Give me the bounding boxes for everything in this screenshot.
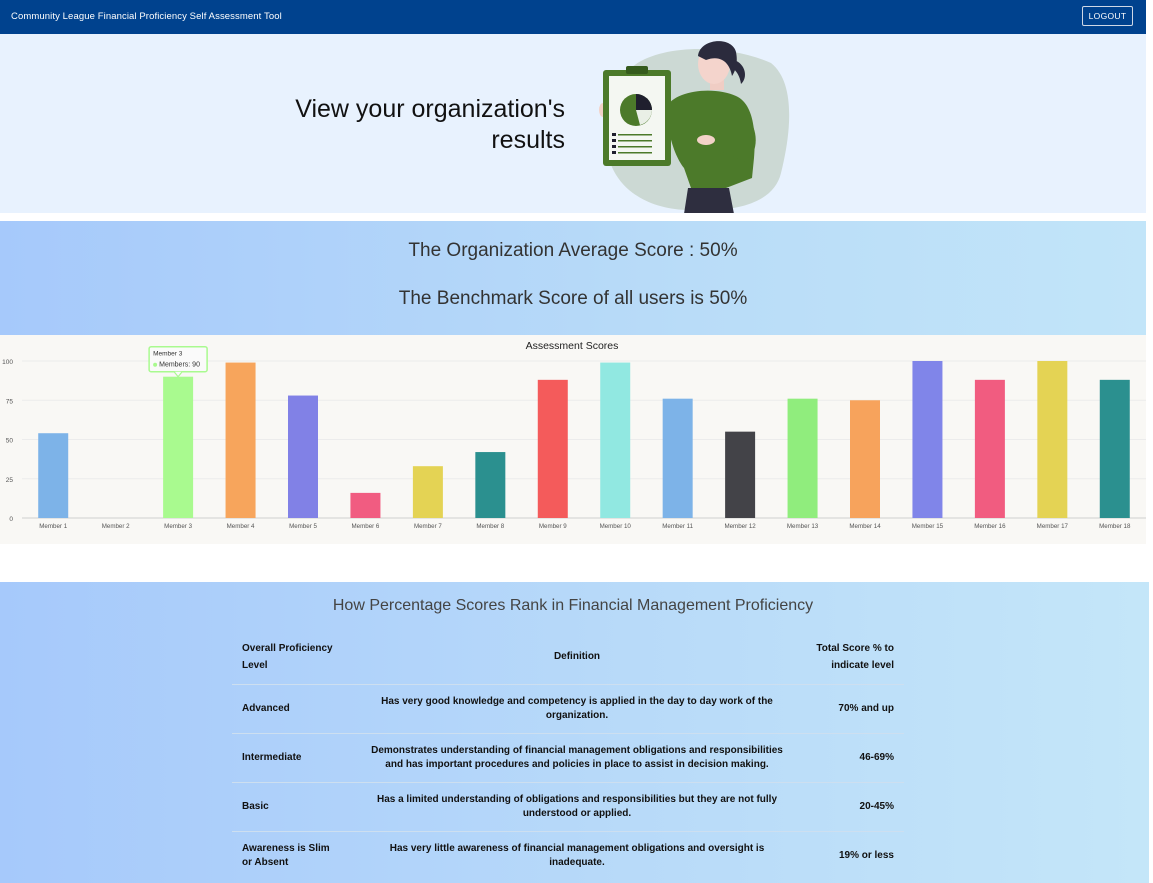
column-header-definition: Definition [553,651,601,662]
chart-bar[interactable] [1099,379,1130,518]
x-tick-label: Member 9 [539,523,567,530]
column-header-score: Total Score % to indicate level [816,642,894,671]
logout-button[interactable]: LOGOUT [1082,6,1133,26]
app-title: Community League Financial Proficiency S… [11,11,282,22]
chart-bar[interactable] [662,398,693,518]
score-summary: The Organization Average Score : 50% The… [0,221,1146,335]
x-tick-label: Member 8 [476,523,504,530]
chart-bar[interactable] [600,362,631,518]
chart-bar[interactable] [225,362,256,518]
table-row: Basic Has a limited understanding of obl… [232,782,904,832]
chart-bar[interactable] [288,395,318,518]
x-tick-label: Member 17 [1037,523,1069,530]
page-title-line-1: View your organization's [295,95,565,123]
x-tick-label: Member 10 [600,523,632,530]
proficiency-ranks-section: How Percentage Scores Rank in Financial … [0,582,1149,883]
score-cell: 19% or less [802,831,904,880]
chart-tooltip-pointer [173,371,183,378]
x-tick-label: Member 3 [164,523,192,530]
level-cell: Basic [232,782,352,832]
ranks-heading: How Percentage Scores Rank in Financial … [332,597,814,614]
chart-bar[interactable] [912,361,943,518]
y-tick-label: 50 [6,438,14,445]
x-tick-label: Member 4 [227,523,255,530]
score-cell: 20-45% [802,782,904,832]
app-bar: Community League Financial Proficiency S… [0,0,1146,34]
chart-tooltip-title: Member 3 [153,351,183,358]
table-row: Awareness is Slim or Absent Has very lit… [232,831,904,880]
chart-bar[interactable] [1037,361,1068,518]
chart-bar[interactable] [350,492,381,518]
assessment-scores-chart: Assessment Scores 0 25 50 75 100 Member 1 Memb… [0,335,1146,544]
benchmark-score: The Benchmark Score of all users is 50% [398,288,748,309]
x-tick-label: Member 11 [662,523,693,530]
chart-bar[interactable] [475,452,506,518]
chart-tooltip-value: Members: 90 [159,362,200,369]
x-tick-label: Member 15 [912,523,944,530]
table-row: Intermediate Demonstrates understanding … [232,733,904,783]
chart-tooltip-marker [153,362,158,367]
chart-bar[interactable] [974,379,1005,518]
level-cell: Intermediate [232,733,352,783]
y-tick-label: 25 [6,477,14,484]
table-header-row: Overall Proficiency Level Definition Tot… [232,629,904,685]
definition-cell: Demonstrates understanding of financial … [352,733,802,783]
page-title: View your organization's results [240,94,565,156]
x-tick-label: Member 13 [787,523,819,530]
x-tick-label: Member 14 [849,523,881,530]
x-tick-label: Member 16 [974,523,1006,530]
section-gap [0,544,1146,582]
y-tick-label: 100 [2,359,13,366]
chart-bar[interactable] [537,379,568,518]
chart-bar[interactable] [850,400,880,518]
score-cell: 70% and up [802,684,904,734]
woman-with-chart-illustration [599,41,790,213]
chart-title: Assessment Scores [526,340,619,352]
level-cell: Advanced [232,684,352,734]
chart-bar[interactable] [787,398,818,518]
x-tick-label: Member 2 [102,523,130,530]
x-tick-label: Member 5 [289,523,317,530]
chart-bar[interactable] [725,431,756,518]
column-header-level: Overall Proficiency Level [242,642,333,671]
x-tick-label: Member 18 [1099,523,1131,530]
hero-banner: View your organization's results [0,34,1146,213]
definition-cell: Has very little awareness of financial m… [352,831,802,880]
y-tick-label: 75 [6,398,14,405]
level-cell: Awareness is Slim or Absent [232,831,352,880]
x-tick-label: Member 6 [352,523,380,530]
definition-cell: Has very good knowledge and competency i… [352,684,802,734]
definition-cell: Has a limited understanding of obligatio… [352,782,802,832]
chart-bar[interactable] [38,433,69,518]
y-tick-label: 0 [9,516,13,523]
score-cell: 46-69% [802,733,904,783]
page-title-line-2: results [491,126,565,154]
chart-bar[interactable] [412,466,443,518]
chart-bar[interactable] [163,376,194,518]
proficiency-table: Overall Proficiency Level Definition Tot… [232,629,904,880]
organization-average-score: The Organization Average Score : 50% [408,240,738,261]
x-tick-label: Member 1 [39,523,67,530]
x-tick-label: Member 12 [724,523,756,530]
chart-canvas: Assessment Scores 0 25 50 75 100 Member 1 Memb… [2,340,1146,530]
table-row: Advanced Has very good knowledge and com… [232,684,904,734]
x-tick-label: Member 7 [414,523,442,530]
